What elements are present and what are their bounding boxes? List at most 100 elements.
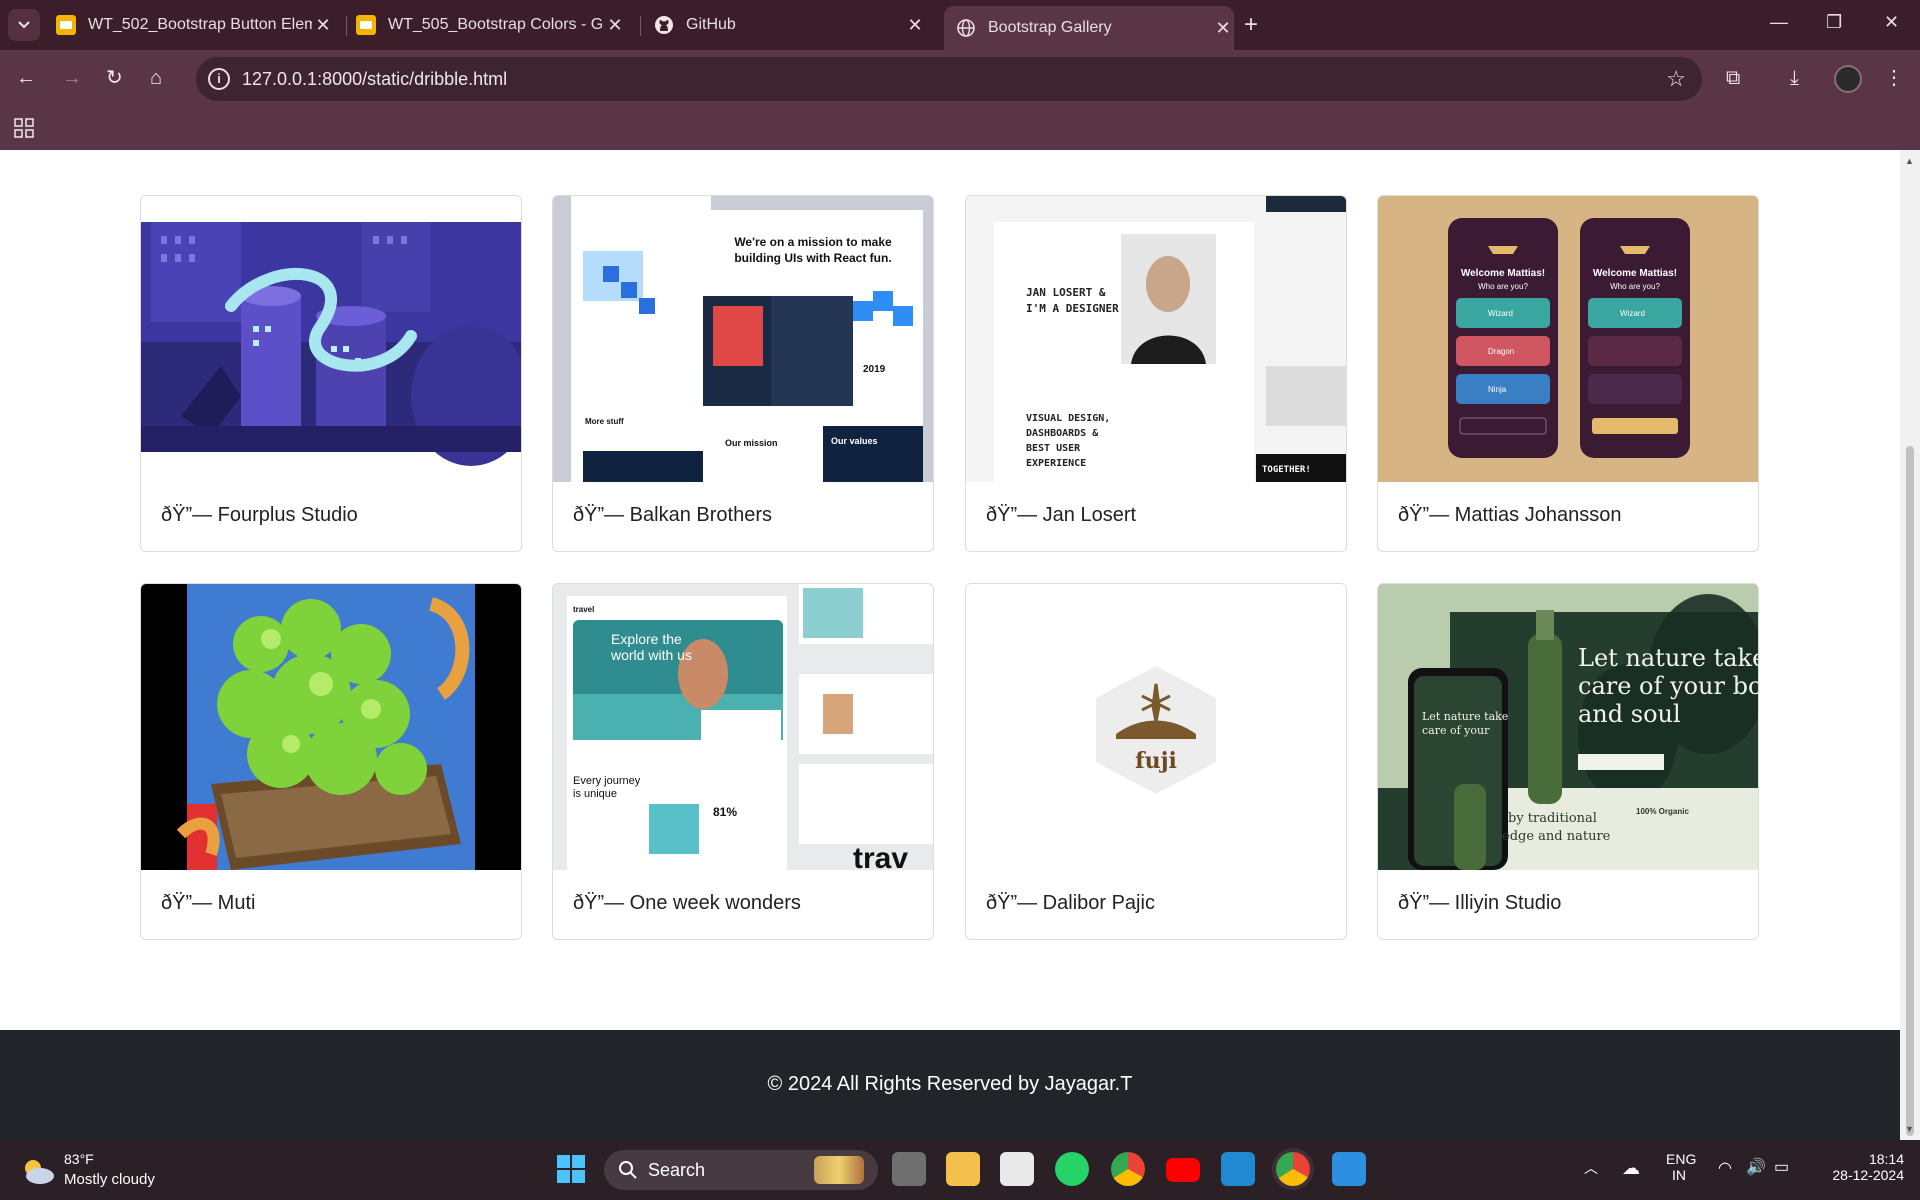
card-caption[interactable]: ðŸ”— Illiyin Studio [1398, 892, 1561, 915]
tab-wt502[interactable]: WT_502_Bootstrap Button Elem ✕ [56, 6, 334, 44]
svg-text:EXPERIENCE: EXPERIENCE [1026, 458, 1086, 469]
forward-icon[interactable]: → [62, 68, 82, 88]
gallery-card-illiyin-studio[interactable]: Let nature take care of your body and so… [1377, 583, 1759, 940]
tab-title: Bootstrap Gallery [988, 19, 1112, 36]
mattias-johansson-artwork-image: Welcome Mattias! Who are you? Welcome Ma… [1378, 196, 1758, 482]
balkan-brothers-artwork-image: We're on a mission to make building UIs … [553, 196, 933, 482]
card-caption[interactable]: ðŸ”— One week wonders [573, 892, 801, 915]
svg-text:world with us: world with us [610, 647, 692, 663]
restore-icon[interactable]: ❐ [1826, 12, 1842, 33]
back-icon[interactable]: ← [16, 68, 36, 88]
browser-toolbar: ← → ↻ ⌂ i 127.0.0.1:8000/static/dribble.… [0, 50, 1920, 108]
card-caption[interactable]: ðŸ”— Dalibor Pajic [986, 892, 1155, 915]
volume-icon[interactable]: 🔊 [1746, 1157, 1766, 1177]
tab-github[interactable]: GitHub ✕ [654, 6, 926, 44]
windows-taskbar: 83°F Mostly cloudy Search ︿ ☁ ENG IN ◠ 🔊… [0, 1140, 1920, 1200]
tab-title: WT_505_Bootstrap Colors - Goo [388, 16, 604, 33]
close-tab-icon[interactable]: ✕ [312, 15, 334, 36]
card-caption[interactable]: ðŸ”— Muti [161, 892, 255, 915]
scroll-down-icon[interactable]: ▼ [1905, 1124, 1914, 1134]
svg-text:Welcome Mattias!: Welcome Mattias! [1593, 268, 1677, 279]
svg-text:Ninja: Ninja [1488, 385, 1507, 394]
menu-icon[interactable]: ⋮ [1884, 68, 1904, 88]
extensions-icon[interactable]: ⧉ [1726, 68, 1740, 88]
svg-text:trav: trav [853, 842, 908, 870]
site-info-icon[interactable]: i [208, 68, 230, 90]
tab-separator [640, 16, 641, 36]
tab-separator [346, 16, 347, 36]
minimize-icon[interactable]: — [1770, 12, 1788, 33]
close-tab-icon[interactable]: ✕ [1212, 18, 1234, 39]
download-icon[interactable]: ⤓ [1790, 68, 1799, 88]
card-caption[interactable]: ðŸ”— Jan Losert [986, 504, 1136, 527]
tab-title: GitHub [686, 16, 736, 33]
tab-wt505[interactable]: WT_505_Bootstrap Colors - Goo ✕ [356, 6, 626, 44]
chrome-icon[interactable] [1111, 1152, 1145, 1186]
reload-icon[interactable]: ↻ [106, 68, 123, 88]
card-caption[interactable]: ðŸ”— Balkan Brothers [573, 504, 772, 527]
address-bar[interactable]: i 127.0.0.1:8000/static/dribble.html ☆ [196, 57, 1702, 101]
tab-search-button[interactable] [8, 9, 40, 41]
microsoft-store-icon[interactable] [1000, 1152, 1034, 1186]
windows-start-icon[interactable] [556, 1154, 586, 1184]
close-window-icon[interactable]: ✕ [1884, 12, 1899, 33]
language-indicator[interactable]: ENG IN [1666, 1151, 1696, 1183]
github-icon [655, 16, 673, 34]
svg-text:Let nature take: Let nature take [1578, 644, 1758, 672]
url-text[interactable]: 127.0.0.1:8000/static/dribble.html [242, 69, 507, 90]
wifi-icon[interactable]: ◠ [1718, 1158, 1732, 1178]
clock-time: 18:14 [1868, 1151, 1904, 1167]
whatsapp-icon[interactable] [1055, 1152, 1089, 1186]
onedrive-cloud-icon[interactable]: ☁ [1622, 1158, 1640, 1179]
close-tab-icon[interactable]: ✕ [604, 15, 626, 36]
svg-text:I'M A DESIGNER: I'M A DESIGNER [1026, 302, 1119, 315]
gallery-card-mattias-johansson[interactable]: Welcome Mattias! Who are you? Welcome Ma… [1377, 195, 1759, 552]
lang-bottom: IN [1672, 1167, 1686, 1183]
youtube-icon[interactable] [1166, 1158, 1200, 1182]
photos-app-icon[interactable] [1332, 1152, 1366, 1186]
bookmarks-bar [0, 108, 1920, 150]
card-caption[interactable]: ðŸ”— Mattias Johansson [1398, 504, 1621, 527]
balkan-mission: Our mission [725, 438, 778, 448]
taskbar-search[interactable]: Search [604, 1150, 878, 1190]
jan-together: TOGETHER! [1262, 465, 1311, 475]
close-tab-icon[interactable]: ✕ [904, 15, 926, 36]
jan-losert-artwork-image: JAN LOSERT & I'M A DESIGNER VISUAL DESIG… [966, 196, 1346, 482]
show-hidden-icons-chevron[interactable]: ︿ [1584, 1158, 1598, 1178]
search-highlight-icon [814, 1156, 864, 1184]
chrome-active-icon[interactable] [1276, 1152, 1310, 1186]
bookmark-star-icon[interactable]: ☆ [1666, 66, 1686, 92]
gallery-card-balkan-brothers[interactable]: We're on a mission to make building UIs … [552, 195, 934, 552]
tab-bootstrap-gallery[interactable]: Bootstrap Gallery ✕ [944, 6, 1234, 50]
gallery-card-one-week-wonders[interactable]: travel Explore the world with us Every j… [552, 583, 934, 940]
page-scrollbar[interactable]: ▲ ▼ [1900, 150, 1920, 1140]
task-view-icon[interactable] [892, 1152, 926, 1186]
balkan-more: More stuff [585, 417, 624, 426]
scroll-up-icon[interactable]: ▲ [1905, 156, 1914, 166]
svg-text:travel: travel [573, 605, 594, 614]
svg-text:Dragon: Dragon [1488, 347, 1514, 356]
svg-text:We're on a mission to make: We're on a mission to make [734, 235, 892, 249]
new-tab-button[interactable]: + [1244, 13, 1258, 37]
home-icon[interactable]: ⌂ [150, 68, 162, 88]
svg-text:JAN LOSERT &: JAN LOSERT & [1026, 286, 1106, 299]
svg-text:Wizard: Wizard [1488, 309, 1513, 318]
lang-top: ENG [1666, 1151, 1697, 1167]
svg-text:care of your: care of your [1422, 724, 1490, 737]
muti-artwork-image [141, 584, 521, 870]
gallery-card-muti[interactable]: ðŸ”— Muti [140, 583, 522, 940]
page-content: ðŸ”— Fourplus Studio We're on a mission … [0, 150, 1900, 1140]
dalibor-pajic-artwork-image: fuji [966, 584, 1346, 870]
battery-icon[interactable]: ▭ [1774, 1157, 1789, 1177]
gallery-card-fourplus[interactable]: ðŸ”— Fourplus Studio [140, 195, 522, 552]
avatar[interactable] [1834, 65, 1862, 93]
vscode-icon[interactable] [1221, 1152, 1255, 1186]
card-caption[interactable]: ðŸ”— Fourplus Studio [161, 504, 358, 527]
gallery-card-jan-losert[interactable]: JAN LOSERT & I'M A DESIGNER VISUAL DESIG… [965, 195, 1347, 552]
clock[interactable]: 18:14 28-12-2024 [1818, 1151, 1904, 1183]
apps-grid-icon[interactable] [14, 118, 34, 138]
scrollbar-thumb[interactable] [1906, 446, 1914, 1136]
file-explorer-icon[interactable] [946, 1152, 980, 1186]
gallery-card-dalibor-pajic[interactable]: fuji ðŸ”— Dalibor Pajic [965, 583, 1347, 940]
svg-text:is unique: is unique [573, 788, 617, 800]
